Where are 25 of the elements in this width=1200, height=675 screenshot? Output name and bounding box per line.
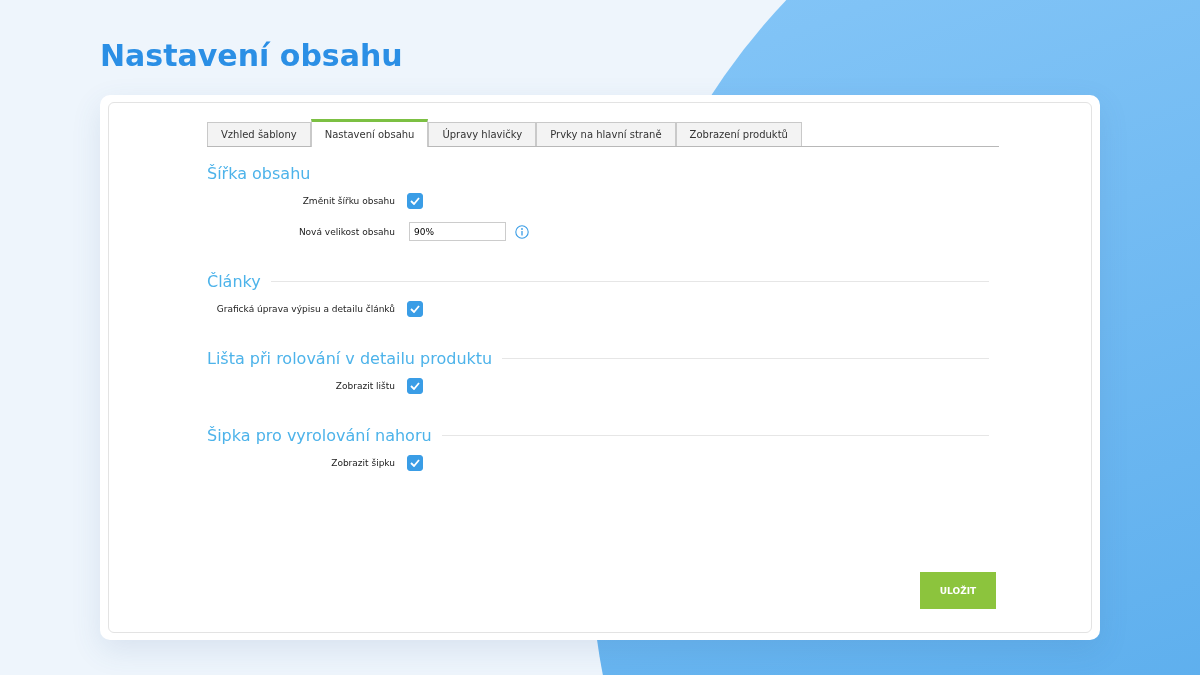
field-label: Zobrazit lištu: [334, 380, 395, 391]
field-label: Nová velikost obsahu: [297, 226, 395, 237]
page-title: Nastavení obsahu: [100, 38, 403, 75]
checkbox[interactable]: [407, 192, 423, 209]
check-icon: [410, 381, 420, 390]
tab[interactable]: Vzhled šablony: [207, 122, 311, 146]
check-icon: [410, 196, 420, 205]
check-icon: [410, 304, 420, 313]
tab[interactable]: Zobrazení produktů: [675, 122, 802, 146]
section-heading: Šipka pro vyrolování nahoru: [207, 425, 432, 445]
info-icon[interactable]: [515, 224, 529, 239]
section-heading: Šířka obsahu: [207, 163, 311, 183]
tab[interactable]: Prvky na hlavní straně: [536, 122, 676, 146]
field-label: Grafická úprava výpisu a detailu článků: [215, 303, 395, 314]
checkbox[interactable]: [407, 300, 423, 317]
section-heading: Články: [207, 271, 261, 291]
tab[interactable]: Nastavení obsahu: [310, 119, 429, 147]
tab[interactable]: Úpravy hlavičky: [428, 122, 537, 146]
input-field[interactable]: 90%: [409, 222, 506, 241]
checkbox[interactable]: [407, 377, 423, 394]
checkbox[interactable]: [407, 454, 423, 471]
section-heading: Lišta při rolování v detailu produktu: [207, 348, 493, 368]
field-label: Zobrazit šipku: [330, 457, 395, 468]
field-label: Změnit šířku obsahu: [301, 195, 395, 206]
check-icon: [410, 458, 420, 467]
